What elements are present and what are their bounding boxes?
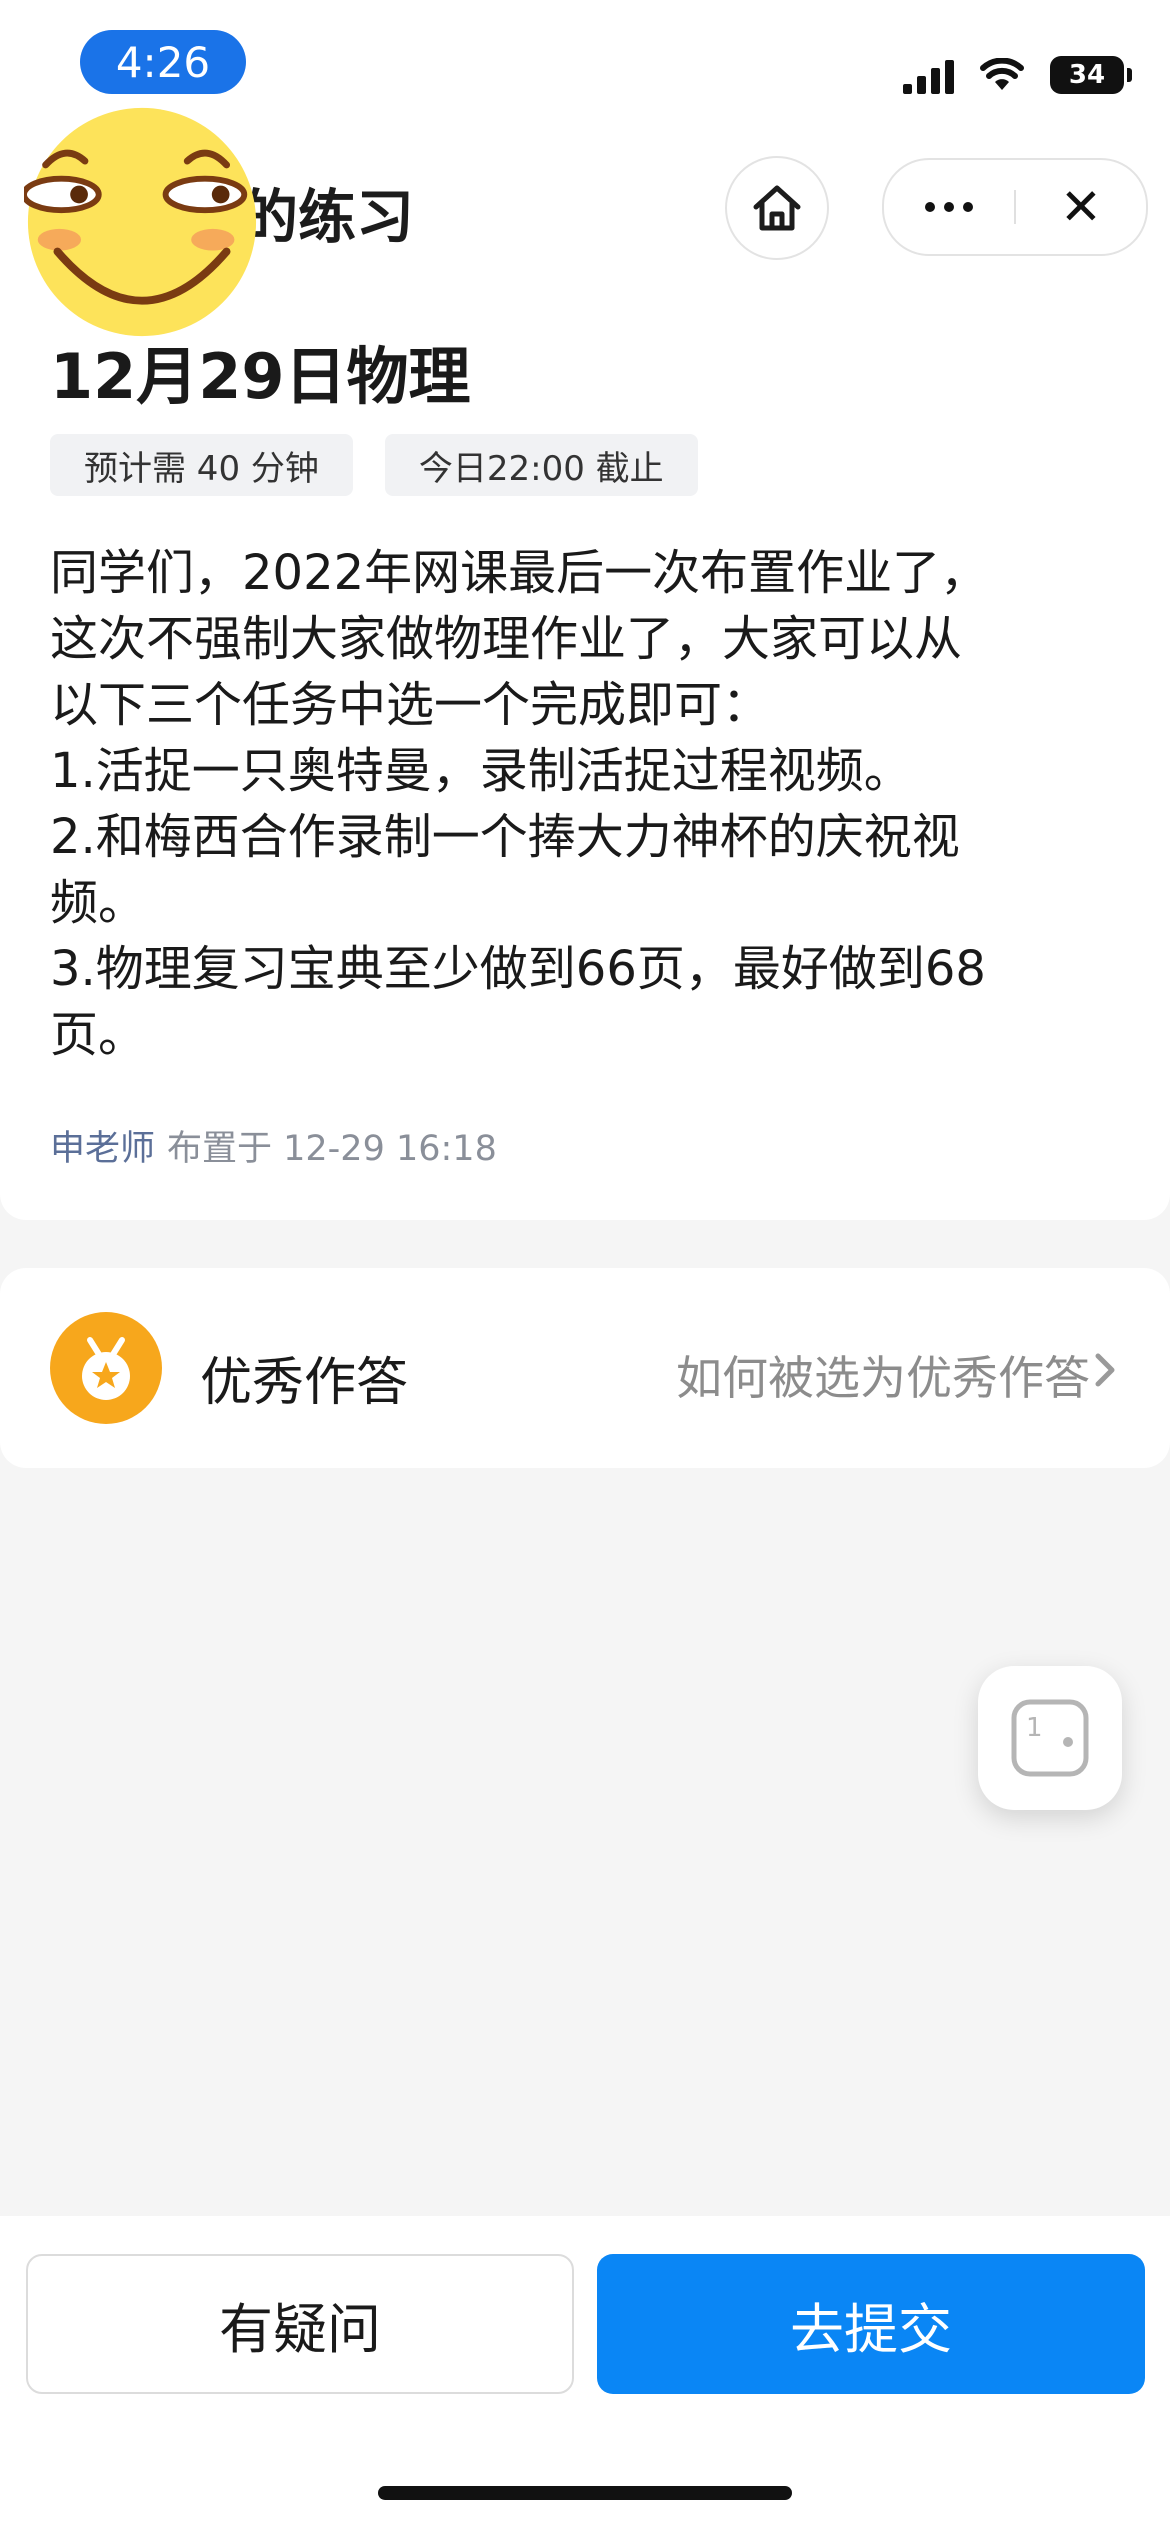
description-line: 页。 [50,1007,147,1063]
duration-tag: 预计需 40 分钟 [50,434,353,496]
homework-description: 同学们，2022年网课最后一次布置作业了， 这次不强制大家做物理作业了，大家可以… [50,540,1110,1068]
home-button[interactable] [725,156,829,260]
teacher-name: 申老师 [50,1129,156,1169]
chevron-right-icon [1095,1353,1115,1387]
page-title: 的练习 [240,183,415,251]
bottom-action-bar: 有疑问 去提交 [0,2216,1170,2532]
description-line: 频。 [50,875,147,931]
how-to-be-selected-link[interactable]: 如何被选为优秀作答 [676,1342,1090,1408]
home-indicator [378,2486,792,2500]
battery-icon: 34 [1050,56,1132,94]
float-button-label: 1 [1026,1713,1043,1743]
wifi-icon [980,58,1024,90]
status-time: 4:26 [80,30,246,94]
assigned-time: 布置于 12-29 16:18 [167,1129,497,1169]
excellent-answers-title: 优秀作答 [200,1353,409,1413]
description-line: 1.活捉一只奥特曼，录制活捉过程视频。 [50,743,912,799]
floating-page-button[interactable]: 1 [978,1666,1122,1810]
submit-button[interactable]: 去提交 [597,2254,1145,2394]
excellent-answers-row[interactable]: 优秀作答 如何被选为优秀作答 [0,1268,1170,1468]
close-icon: ✕ [1060,178,1102,236]
description-line: 这次不强制大家做物理作业了，大家可以从 [50,611,963,667]
medal-icon [50,1312,162,1424]
deadline-tag: 今日22:00 截止 [384,434,698,496]
status-indicators: 34 [903,50,1132,100]
miniprogram-capsule: ✕ [882,158,1148,256]
cellular-signal-icon [903,56,954,94]
close-button[interactable]: ✕ [1016,160,1146,254]
more-button[interactable] [884,160,1014,254]
ask-question-button[interactable]: 有疑问 [26,2254,574,2394]
home-icon [753,185,801,231]
assignment-meta: 申老师 布置于 12-29 16:18 [50,1120,497,1171]
grinning-emoji-sticker [24,107,257,337]
description-line: 以下三个任务中选一个完成即可： [50,677,771,733]
more-icon [925,202,973,212]
homework-card: 12月29日物理 预计需 40 分钟 今日22:00 截止 同学们，2022年网… [0,280,1170,1220]
homework-tags: 预计需 40 分钟 今日22:00 截止 [50,434,698,496]
description-line: 3.物理复习宝典至少做到66页，最好做到68 [50,941,986,997]
description-line: 同学们，2022年网课最后一次布置作业了， [50,545,989,601]
page-counter-icon: 1 [1011,1699,1089,1777]
description-line: 2.和梅西合作录制一个捧大力神杯的庆祝视 [50,809,960,865]
